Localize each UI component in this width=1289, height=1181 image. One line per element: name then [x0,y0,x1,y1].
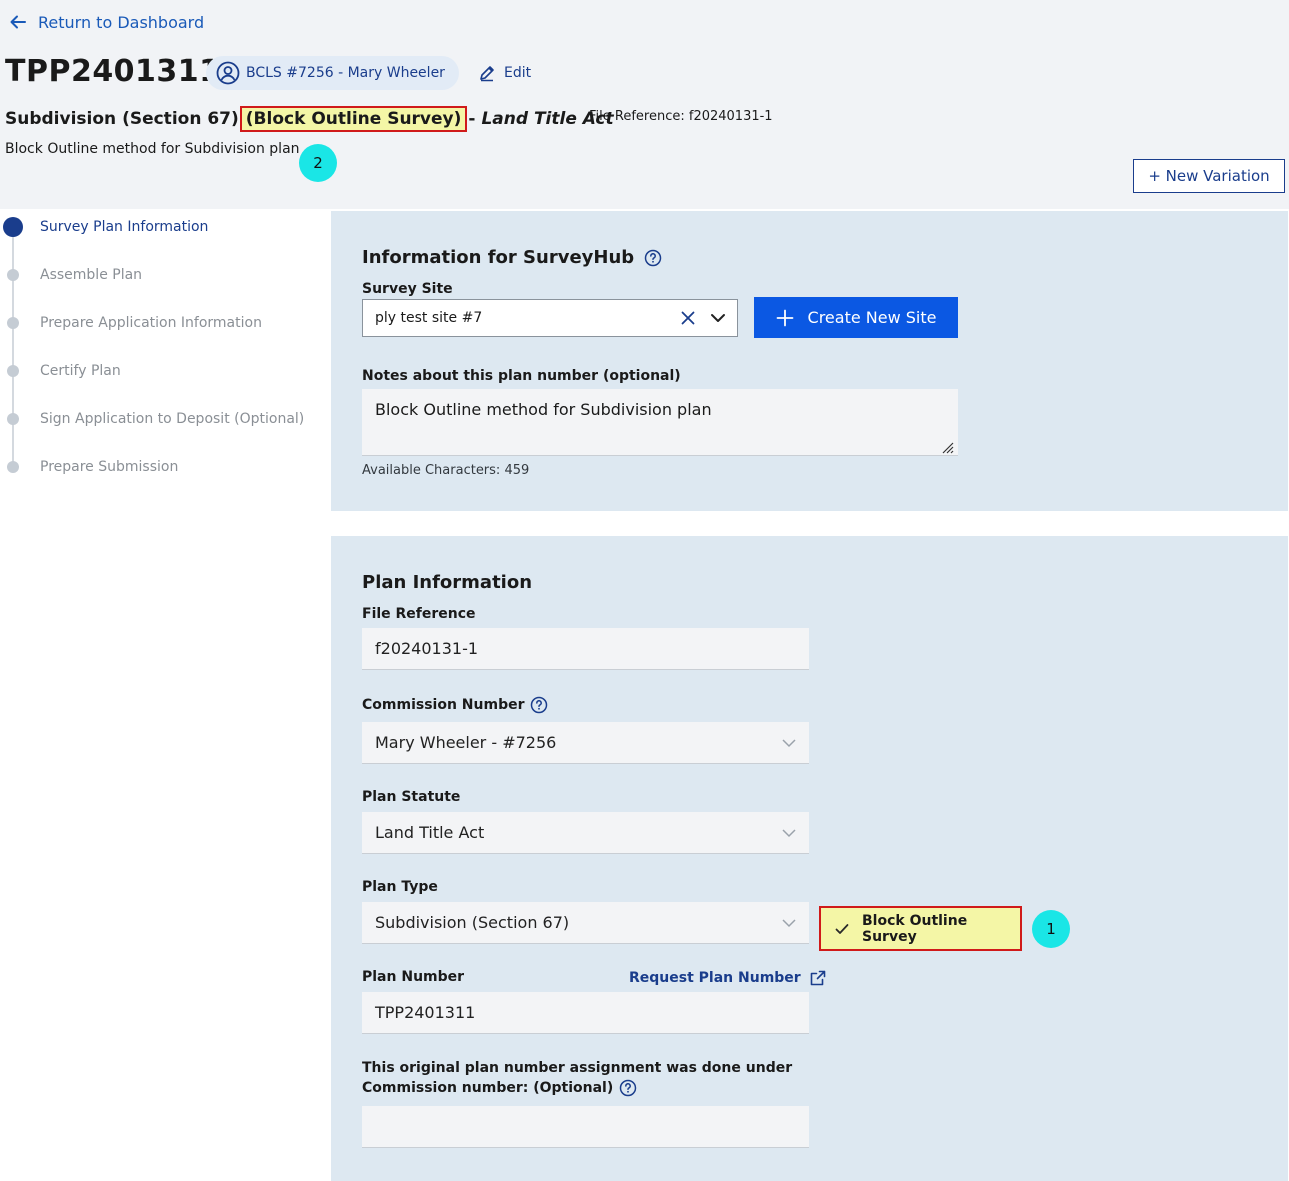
create-new-site-label: Create New Site [807,308,937,327]
surveyor-pill[interactable]: BCLS #7256 - Mary Wheeler [206,56,459,90]
original-commission-label-line2-row: Commission number: (Optional) [362,1078,792,1098]
survey-site-value: ply test site #7 [375,310,483,326]
external-link-icon [810,970,826,986]
surveyhub-title-text: Information for SurveyHub [362,247,635,268]
plan-type-text: Subdivision (Section 67) [5,109,239,129]
commission-number-select[interactable]: Mary Wheeler - #7256 [362,722,809,764]
block-outline-survey-checkbox[interactable]: Block Outline Survey [819,906,1022,951]
notes-textarea[interactable]: Block Outline method for Subdivision pla… [362,389,958,456]
survey-site-label: Survey Site [362,281,453,297]
original-commission-input[interactable] [362,1106,809,1148]
resize-grip-icon[interactable] [940,439,954,454]
arrow-left-icon [8,12,28,32]
plan-subtitle: Subdivision (Section 67) (Block Outline … [5,106,614,132]
step-assemble-plan[interactable]: Assemble Plan [0,263,142,287]
plan-type-value: Subdivision (Section 67) [375,913,570,932]
original-commission-label-line1: This original plan number assignment was… [362,1060,793,1076]
available-characters: Available Characters: 459 [362,463,530,478]
create-new-site-button[interactable]: Create New Site [754,297,958,338]
commission-number-value: Mary Wheeler - #7256 [375,733,557,752]
edit-label: Edit [504,65,532,81]
step-label: Prepare Application Information [40,315,262,331]
step-label: Sign Application to Deposit (Optional) [40,411,305,427]
file-reference-input[interactable]: f20240131-1 [362,628,809,670]
plan-information-panel: Plan Information File Reference f2024013… [331,536,1288,1181]
subtitle-dash: - [468,109,476,129]
step-dot-active [3,217,23,237]
annotation-badge-1: 1 [1032,910,1070,948]
notes-label: Notes about this plan number (optional) [362,368,681,384]
help-icon[interactable] [619,1079,637,1097]
plan-statute-value: Land Title Act [375,823,485,842]
return-to-dashboard-label: Return to Dashboard [38,12,205,32]
original-commission-label-line2: Commission number: (Optional) [362,1080,614,1096]
file-reference-label: File Reference [362,606,476,622]
step-dot [7,317,19,329]
page-header: Return to Dashboard TPP2401311 BCLS #725… [0,0,1289,209]
annotation-badge-2: 2 [299,144,337,182]
step-dot [7,413,19,425]
step-prepare-submission[interactable]: Prepare Submission [0,455,178,479]
file-reference-value: f20240131-1 [375,639,479,658]
plus-icon [776,309,794,327]
new-variation-button[interactable]: + New Variation [1133,159,1285,193]
plan-number-input[interactable]: TPP2401311 [362,992,809,1034]
plan-information-title: Plan Information [362,572,533,593]
plan-number-value: TPP2401311 [375,1003,476,1022]
file-reference-header: File Reference: f20240131-1 [589,109,773,124]
survey-site-select[interactable]: ply test site #7 [362,299,738,337]
chevron-down-icon [781,825,797,841]
plan-type-label: Plan Type [362,879,438,895]
step-label: Survey Plan Information [40,219,209,235]
step-dot [7,365,19,377]
plan-description: Block Outline method for Subdivision pla… [5,141,300,157]
request-plan-number-link[interactable]: Request Plan Number [629,970,826,986]
help-icon[interactable] [644,249,662,267]
help-icon[interactable] [530,696,548,714]
pencil-icon [478,64,496,82]
block-outline-highlight: (Block Outline Survey) [239,106,468,132]
step-dot [7,461,19,473]
chevron-down-icon [781,915,797,931]
original-commission-label: This original plan number assignment was… [362,1058,792,1098]
chevron-down-icon [781,735,797,751]
close-icon[interactable] [679,309,697,327]
surveyhub-panel: Information for SurveyHub Survey Site pl… [331,211,1288,511]
block-outline-survey-label: Block Outline Survey [862,912,968,945]
step-label: Certify Plan [40,363,121,379]
surveyhub-title: Information for SurveyHub [362,247,662,268]
surveyor-label: BCLS #7256 - Mary Wheeler [246,65,445,81]
commission-number-label-text: Commission Number [362,697,525,713]
request-plan-number-label: Request Plan Number [629,970,801,986]
plan-statute-label: Plan Statute [362,789,461,805]
step-label: Assemble Plan [40,267,143,283]
user-circle-icon [216,61,240,85]
plan-id-title: TPP2401311 [5,54,221,89]
step-certify-plan[interactable]: Certify Plan [0,359,121,383]
step-sign-application[interactable]: Sign Application to Deposit (Optional) [0,407,304,431]
step-label: Prepare Submission [40,459,179,475]
step-dot [7,269,19,281]
return-to-dashboard-link[interactable]: Return to Dashboard [8,12,204,32]
plan-statute-select[interactable]: Land Title Act [362,812,809,854]
plan-type-select[interactable]: Subdivision (Section 67) [362,902,809,944]
checkmark-icon [834,921,850,937]
commission-number-label: Commission Number [362,696,548,714]
chevron-down-icon[interactable] [709,309,727,327]
plan-number-label: Plan Number [362,969,465,985]
step-survey-plan-information[interactable]: Survey Plan Information [0,215,208,239]
edit-button[interactable]: Edit [478,64,531,82]
step-prepare-application-information[interactable]: Prepare Application Information [0,311,262,335]
